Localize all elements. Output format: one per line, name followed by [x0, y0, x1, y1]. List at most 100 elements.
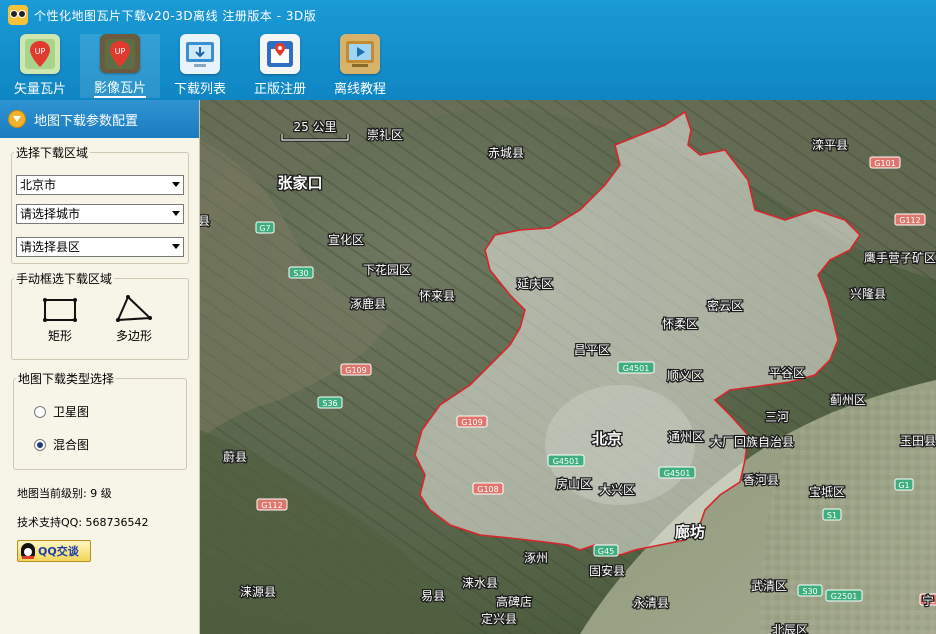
toolbar-label: 矢量瓦片 — [13, 82, 66, 97]
toolbar-label: 正版注册 — [253, 82, 306, 97]
road-shield: G4501 — [617, 361, 655, 374]
road-shield: G112 — [256, 498, 288, 511]
place-label: 昌平区 — [574, 343, 610, 357]
place-label: 平谷区 — [769, 366, 805, 380]
road-shield: G112 — [894, 213, 926, 226]
county-select-value: 请选择县区 — [20, 240, 81, 254]
place-label: 三河 — [765, 410, 789, 424]
sidebar-header: 地图下载参数配置 — [0, 100, 199, 138]
toolbar-label: 下载列表 — [173, 82, 226, 97]
collapse-icon[interactable] — [8, 110, 26, 128]
road-shield-label: S30 — [802, 587, 817, 596]
road-shield-label: G4501 — [553, 457, 580, 466]
chevron-down-icon — [172, 244, 180, 249]
tutorial-icon — [340, 34, 380, 74]
place-label: 涞源县 — [240, 585, 276, 599]
place-label: 武清区 — [751, 579, 787, 593]
road-shield: G109 — [340, 363, 372, 376]
place-label: 易县 — [421, 589, 445, 603]
polygon-label: 多边形 — [115, 329, 152, 343]
road-shield-label: S36 — [322, 399, 337, 408]
region-group-legend: 选择下载区域 — [16, 146, 89, 160]
svg-text:UP: UP — [115, 47, 126, 56]
window-title: 个性化地图瓦片下载v20-3D离线 注册版本 - 3D版 — [34, 8, 317, 23]
map-view[interactable]: 25 公里 G101 G112 G7 S30 G109 S36 G4501 G109 G4501… — [200, 100, 936, 634]
place-label: 宁 — [922, 593, 934, 608]
place-label: 县 — [200, 214, 210, 228]
place-label: 永清县 — [633, 596, 669, 610]
qq-chat-button[interactable]: QQ交谈 — [17, 540, 91, 562]
toolbar-register-button[interactable]: 正版注册 — [240, 34, 320, 98]
place-label: 怀来县 — [419, 289, 455, 303]
title-bar: 个性化地图瓦片下载v20-3D离线 注册版本 - 3D版 — [0, 0, 936, 30]
satellite-radio-button[interactable] — [34, 405, 46, 418]
svg-text:UP: UP — [35, 47, 46, 56]
road-shield: S30 — [797, 584, 823, 597]
toolbar-tutorial-button[interactable]: 离线教程 — [320, 34, 400, 98]
road-shield-label: G112 — [899, 216, 920, 225]
road-shield: S1 — [822, 508, 842, 521]
city-select[interactable]: 请选择城市 — [16, 204, 184, 224]
manual-group-legend: 手动框选下载区域 — [16, 272, 113, 286]
toolbar-label: 影像瓦片 — [93, 77, 146, 98]
map-canvas[interactable]: 25 公里 G101 G112 G7 S30 G109 S36 G4501 G109 G4501… — [200, 100, 936, 634]
download-list-icon — [180, 34, 220, 74]
road-shield-label: G4501 — [664, 469, 691, 478]
road-shield: G1 — [894, 478, 914, 491]
place-label: 涞水县 — [462, 576, 498, 590]
place-label: 房山区 — [556, 476, 592, 491]
place-label: 延庆区 — [517, 277, 553, 291]
place-label: 涿州 — [524, 551, 548, 565]
place-label: 鹰手营子矿区 — [864, 250, 936, 265]
config-sidebar: 地图下载参数配置 选择下载区域 北京市 请选择城市 请选择县区 手动框选下载区域… — [0, 100, 200, 634]
qq-icon — [21, 543, 35, 559]
place-label: 顺义区 — [667, 369, 703, 383]
sidebar-title: 地图下载参数配置 — [34, 113, 139, 129]
register-icon — [260, 34, 300, 74]
road-shield: G101 — [869, 156, 901, 169]
county-select[interactable]: 请选择县区 — [16, 237, 184, 257]
road-shield: G108 — [472, 482, 504, 495]
satellite-radio[interactable]: 卫星图 — [34, 403, 89, 420]
road-shield-label: S30 — [293, 269, 308, 278]
toolbar-image-tile-button[interactable]: UP 影像瓦片 — [80, 34, 160, 98]
app-logo-icon — [8, 5, 28, 25]
polygon-select-button[interactable]: 多边形 — [114, 294, 154, 344]
place-label: 宝坻区 — [809, 484, 845, 499]
manual-select-group: 手动框选下载区域 — [11, 270, 189, 360]
main-toolbar: UP 矢量瓦片 UP 影像瓦片 下载列表 正版注册 离线教程 — [0, 34, 400, 100]
rectangle-select-button[interactable]: 矩形 — [42, 296, 78, 344]
hybrid-radio-label: 混合图 — [53, 438, 90, 452]
place-label: 固安县 — [589, 563, 625, 578]
place-label: 北辰区 — [772, 623, 808, 634]
rectangle-icon — [43, 298, 77, 322]
qq-chat-label: QQ交谈 — [38, 545, 79, 558]
place-label: 通州区 — [668, 430, 704, 444]
place-label: 涿鹿县 — [350, 296, 386, 311]
rectangle-label: 矩形 — [47, 329, 72, 343]
place-label: 蓟州区 — [830, 393, 866, 407]
road-shield: S30 — [288, 266, 314, 279]
top-bar: 个性化地图瓦片下载v20-3D离线 注册版本 - 3D版 UP 矢量瓦片 UP … — [0, 0, 936, 100]
place-label: 北京 — [592, 430, 622, 448]
toolbar-download-list-button[interactable]: 下载列表 — [160, 34, 240, 98]
place-label: 下花园区 — [363, 262, 411, 277]
image-tile-icon: UP — [100, 34, 140, 73]
province-select[interactable]: 北京市 — [16, 175, 184, 195]
toolbar-vector-tile-button[interactable]: UP 矢量瓦片 — [0, 34, 80, 98]
road-shield: G109 — [456, 415, 488, 428]
hybrid-radio[interactable]: 混合图 — [34, 436, 89, 453]
satellite-radio-label: 卫星图 — [53, 405, 90, 419]
place-label: 兴隆县 — [850, 286, 886, 301]
province-select-value: 北京市 — [20, 178, 57, 192]
scale-label: 25 公里 — [293, 120, 336, 134]
road-shield-label: G1 — [898, 481, 909, 490]
place-label: 香河县 — [743, 473, 779, 487]
road-shield-label: G4501 — [623, 364, 650, 373]
road-shield-label: G7 — [259, 224, 270, 233]
road-shield: G4501 — [547, 454, 585, 467]
hybrid-radio-button[interactable] — [34, 438, 46, 451]
chevron-down-icon — [172, 182, 180, 187]
map-type-group: 地图下载类型选择 — [13, 370, 187, 470]
road-shield-label: G101 — [874, 159, 895, 168]
